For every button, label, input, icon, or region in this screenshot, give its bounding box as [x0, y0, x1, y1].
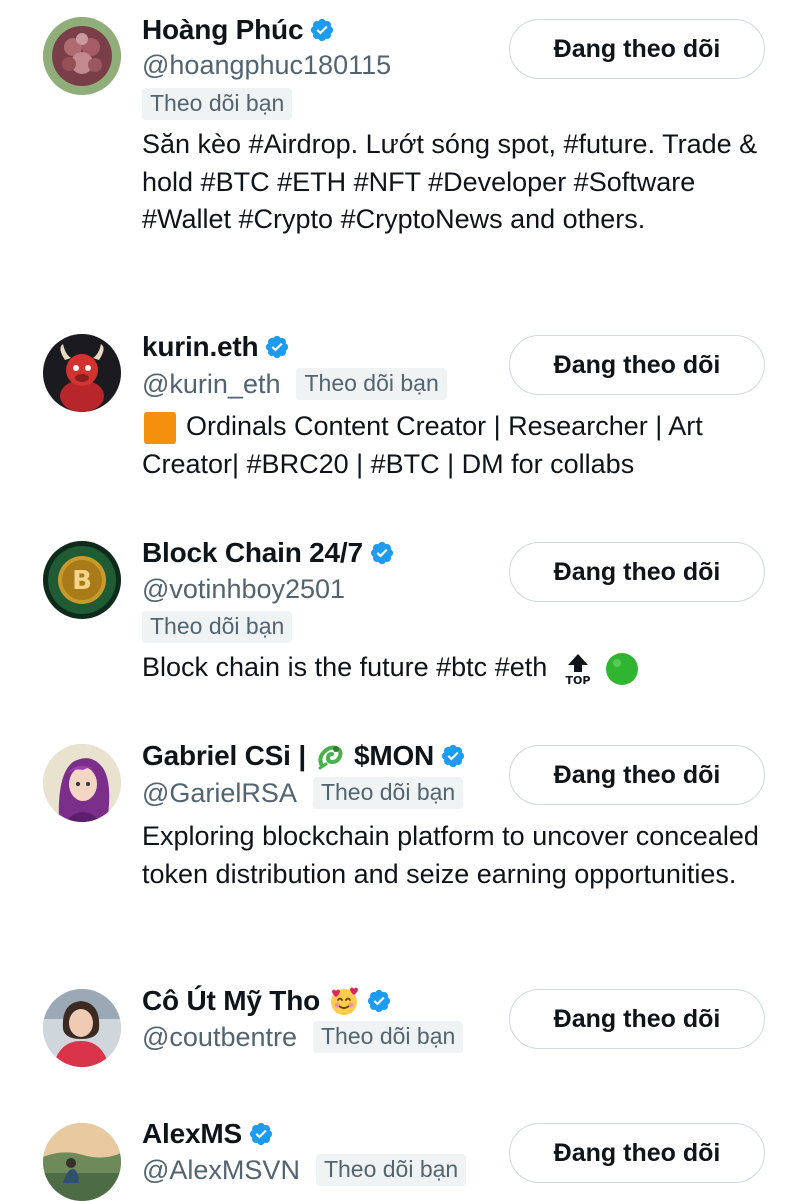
dragon-emoji	[314, 740, 346, 772]
user-handle[interactable]: @votinhboy2501	[142, 574, 345, 605]
handle-line: @votinhboy2501	[142, 574, 345, 605]
verified-badge-icon[interactable]	[369, 540, 395, 566]
following-button[interactable]: Đang theo dõi	[509, 335, 765, 395]
user-row[interactable]: kurin.eth @kurin_eth Theo dõi bạn Ordina…	[0, 318, 806, 498]
name-line: Cô Út Mỹ Tho	[142, 985, 392, 1017]
user-handle[interactable]: @AlexMSVN	[142, 1155, 300, 1186]
bio-text: Block chain is the future #btc #eth	[142, 652, 548, 682]
display-name[interactable]: AlexMS	[142, 1118, 242, 1150]
user-handle[interactable]: @kurin_eth	[142, 369, 280, 400]
name-line: Hoàng Phúc	[142, 14, 335, 46]
user-row[interactable]: B Block Chain 24/7 @votinhboy2501 Theo d…	[0, 525, 806, 705]
verified-badge-icon[interactable]	[309, 17, 335, 43]
flower-avatar[interactable]	[43, 17, 121, 95]
svg-text:TOP: TOP	[565, 674, 590, 686]
following-button[interactable]: Đang theo dõi	[509, 542, 765, 602]
handle-line: @GarielRSA Theo dõi bạn	[142, 777, 464, 809]
display-name-suffix[interactable]: $MON	[354, 740, 434, 772]
following-button[interactable]: Đang theo dõi	[509, 19, 765, 79]
name-line: Gabriel CSi | $MON	[142, 740, 466, 772]
display-name[interactable]: Hoàng Phúc	[142, 14, 304, 46]
following-button[interactable]: Đang theo dõi	[509, 989, 765, 1049]
follows-you-badge: Theo dõi bạn	[313, 1021, 464, 1053]
verified-badge-icon[interactable]	[440, 743, 466, 769]
anime-girl-avatar[interactable]	[43, 744, 121, 822]
handle-line: @kurin_eth Theo dõi bạn	[142, 368, 447, 400]
svg-text:B: B	[72, 566, 92, 596]
follows-you-badge: Theo dõi bạn	[296, 368, 447, 400]
top-arrow-emoji: TOP	[563, 652, 593, 686]
handle-line: @coutbentre Theo dõi bạn	[142, 1021, 464, 1053]
display-name[interactable]: Cô Út Mỹ Tho	[142, 985, 320, 1017]
following-button[interactable]: Đang theo dõi	[509, 1123, 765, 1183]
green-circle-emoji	[604, 651, 640, 687]
user-row[interactable]: Cô Út Mỹ Tho @coutbentre Theo dõi bạn Đa…	[0, 975, 806, 1095]
user-bio: Ordinals Content Creator | Researcher | …	[142, 408, 772, 483]
user-handle[interactable]: @GarielRSA	[142, 778, 297, 809]
woman-photo-avatar[interactable]	[43, 989, 121, 1067]
verified-badge-icon[interactable]	[264, 334, 290, 360]
follows-you-line: Theo dõi bạn	[142, 88, 293, 120]
user-handle[interactable]: @hoangphuc180115	[142, 50, 391, 81]
user-handle[interactable]: @coutbentre	[142, 1022, 297, 1053]
name-line: Block Chain 24/7	[142, 537, 395, 569]
red-bull-avatar[interactable]	[43, 334, 121, 412]
user-row[interactable]: Hoàng Phúc @hoangphuc180115 Theo dõi bạn…	[0, 0, 806, 300]
follows-you-badge: Theo dõi bạn	[142, 88, 293, 120]
orange-square-emoji	[142, 410, 178, 446]
handle-line: @AlexMSVN Theo dõi bạn	[142, 1154, 467, 1186]
handle-line: @hoangphuc180115	[142, 50, 391, 81]
user-bio: Block chain is the future #btc #eth TOP	[142, 649, 772, 687]
verified-badge-icon[interactable]	[248, 1121, 274, 1147]
name-line: kurin.eth	[142, 331, 290, 363]
name-line: AlexMS	[142, 1118, 274, 1150]
verified-badge-icon[interactable]	[366, 988, 392, 1014]
user-row[interactable]: AlexMS @AlexMSVN Theo dõi bạn Đang theo …	[0, 1108, 806, 1201]
user-row[interactable]: Gabriel CSi | $MON @GarielRSA Theo dõi b…	[0, 730, 806, 960]
follows-you-badge: Theo dõi bạn	[315, 1154, 467, 1186]
display-name-prefix[interactable]: Gabriel CSi |	[142, 740, 306, 772]
smiling-face-with-hearts-emoji	[328, 985, 360, 1017]
bitcoin-coin-avatar[interactable]: B	[43, 541, 121, 619]
display-name[interactable]: kurin.eth	[142, 331, 259, 363]
follows-you-badge: Theo dõi bạn	[142, 611, 293, 643]
bio-text: Ordinals Content Creator | Researcher | …	[142, 411, 703, 479]
following-button[interactable]: Đang theo dõi	[509, 745, 765, 805]
follows-you-badge: Theo dõi bạn	[312, 777, 464, 809]
landscape-photo-avatar[interactable]	[43, 1123, 121, 1201]
user-bio: Săn kèo #Airdrop. Lướt sóng spot, #futur…	[142, 129, 758, 234]
user-bio: Exploring blockchain platform to uncover…	[142, 821, 759, 889]
follows-you-line: Theo dõi bạn	[142, 611, 293, 643]
display-name[interactable]: Block Chain 24/7	[142, 537, 363, 569]
